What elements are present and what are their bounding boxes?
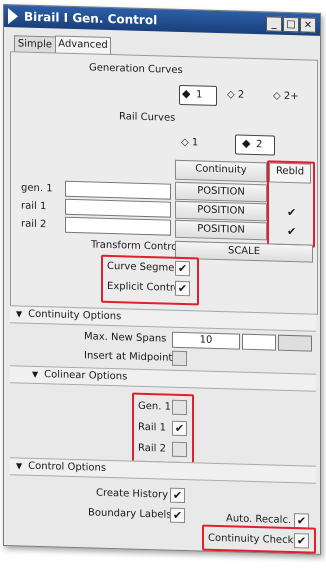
transform-control-label: Transform Control <box>91 239 181 253</box>
generation-curves-label: Generation Curves <box>89 62 183 77</box>
rail-curves-label: Rail Curves <box>119 111 176 124</box>
row-label-rail1: rail 1 <box>21 200 47 213</box>
continuity-check-highlight <box>202 524 316 554</box>
dialog-window: Birail I Gen. Control _ □ × Simple Advan… <box>3 4 321 555</box>
auto-recalc-label: Auto. Recalc. <box>226 513 292 527</box>
gen-curves-option-1[interactable]: ◆ 1 <box>179 84 217 106</box>
max-new-spans-field-3[interactable] <box>278 334 312 352</box>
minimize-button[interactable]: _ <box>266 16 282 32</box>
gen1-field[interactable] <box>65 180 171 200</box>
colinear-highlight <box>132 392 194 465</box>
row-label-rail2: rail 2 <box>21 218 47 231</box>
collapse-arrow-icon: ▼ <box>16 309 23 319</box>
boundary-labels-label: Boundary Labels <box>88 507 172 521</box>
app-arrow-icon <box>8 8 18 25</box>
rail1-field[interactable] <box>65 198 171 218</box>
row-label-gen1: gen. 1 <box>21 182 53 195</box>
control-options-header[interactable]: ▼ Control Options <box>10 457 316 484</box>
colinear-options-header[interactable]: ▼ Colinear Options <box>10 365 316 392</box>
rail2-continuity-button[interactable]: POSITION <box>175 219 267 241</box>
curve-options-highlight <box>101 254 199 306</box>
title-bar[interactable]: Birail I Gen. Control _ □ × <box>4 5 320 36</box>
close-button[interactable]: × <box>300 17 316 33</box>
window-title: Birail I Gen. Control <box>24 9 158 28</box>
insert-midpoint-checkbox[interactable] <box>172 350 187 367</box>
rail2-field[interactable] <box>65 216 171 236</box>
create-history-checkbox[interactable]: ✔ <box>170 487 185 504</box>
maximize-button[interactable]: □ <box>283 16 299 33</box>
rail1-continuity-button[interactable]: POSITION <box>175 200 267 222</box>
advanced-panel: Generation Curves ◆ 1 ◇ 2 ◇ 2+ Rail Curv… <box>10 51 318 315</box>
rebld-highlight <box>267 160 315 248</box>
gen-curves-option-2plus[interactable]: ◇ 2+ <box>273 91 299 103</box>
create-history-label: Create History <box>96 487 168 501</box>
collapse-arrow-icon: ▼ <box>16 461 23 471</box>
max-new-spans-label: Max. New Spans <box>84 331 167 345</box>
continuity-column-header: Continuity <box>175 159 267 183</box>
max-new-spans-field-2[interactable] <box>242 333 276 351</box>
radio-selected-icon: ◆ <box>242 136 251 150</box>
collapse-arrow-icon: ▼ <box>32 369 39 379</box>
rail-curves-option-1[interactable]: ◇ 1 <box>181 137 198 148</box>
insert-midpoint-label: Insert at Midpoint <box>84 350 173 364</box>
gen1-continuity-button[interactable]: POSITION <box>175 181 267 203</box>
radio-selected-icon: ◆ <box>182 86 191 101</box>
max-new-spans-field[interactable]: 10 <box>172 331 240 350</box>
rail-curves-option-2[interactable]: ◆ 2 <box>235 134 275 156</box>
gen-curves-option-2[interactable]: ◇ 2 <box>227 89 244 100</box>
boundary-labels-checkbox[interactable]: ✔ <box>170 507 185 524</box>
